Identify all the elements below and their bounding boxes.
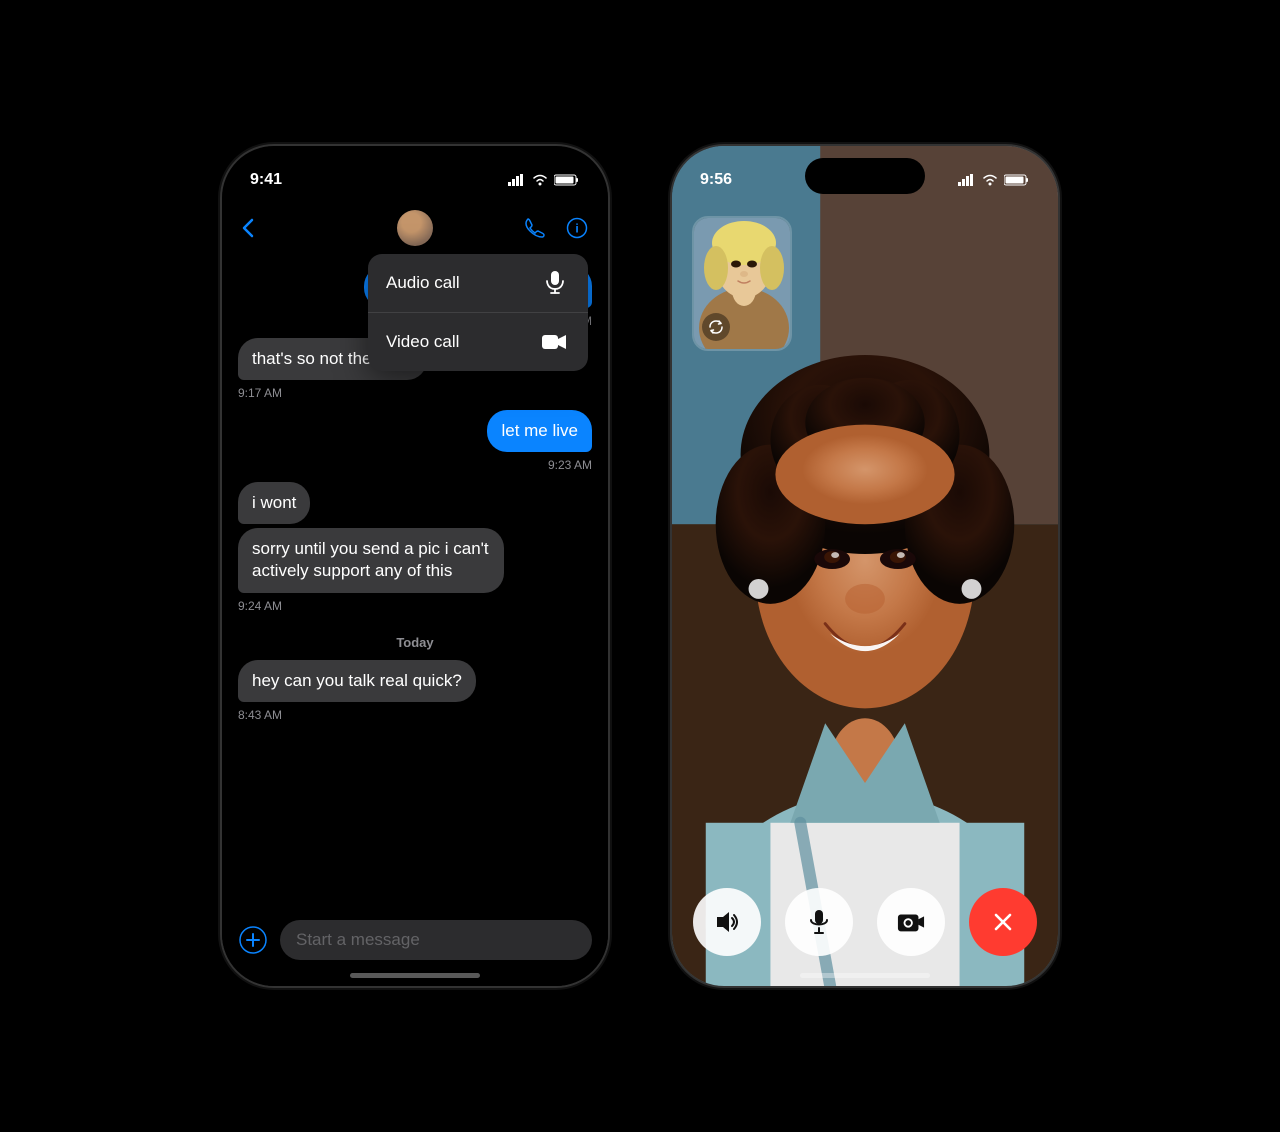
message-time: 9:17 AM <box>238 386 592 400</box>
end-call-button[interactable] <box>969 888 1037 956</box>
add-button[interactable] <box>238 925 268 955</box>
dynamic-island <box>355 158 475 194</box>
status-bar-right: 9:56 <box>672 146 1058 200</box>
speaker-button[interactable] <box>693 888 761 956</box>
message-text: i wont <box>252 493 296 512</box>
flip-camera-button[interactable] <box>702 313 730 341</box>
audio-call-item[interactable]: Audio call <box>368 254 588 313</box>
phone-icon[interactable] <box>524 217 546 239</box>
message-bubble-received: hey can you talk real quick? <box>238 660 476 702</box>
message-bubble-received: i wont <box>238 482 310 524</box>
video-camera-icon <box>540 327 570 357</box>
battery-icon-right <box>1004 174 1030 186</box>
microphone-icon <box>540 268 570 298</box>
status-time-right: 9:56 <box>700 171 732 189</box>
home-indicator <box>350 973 480 978</box>
message-row: sorry until you send a pic i can't activ… <box>238 528 592 592</box>
svg-text:i: i <box>575 222 578 236</box>
message-text: let me live <box>501 421 578 440</box>
messages-screen: 9:41 <box>222 146 608 986</box>
contact-avatar[interactable] <box>397 210 433 246</box>
info-icon[interactable]: i <box>566 217 588 239</box>
flip-camera-icon <box>708 319 724 335</box>
mute-icon <box>805 908 833 936</box>
day-divider: Today <box>238 635 592 650</box>
speaker-icon <box>713 908 741 936</box>
end-call-icon <box>989 908 1017 936</box>
facetime-screen: 9:56 <box>672 146 1058 986</box>
facetime-controls <box>672 888 1058 956</box>
message-row: hey can you talk real quick? <box>238 660 592 702</box>
status-icons-right <box>958 174 1030 186</box>
message-row: i wont <box>238 482 592 524</box>
right-phone: 9:56 <box>670 144 1060 988</box>
wifi-icon-right <box>982 174 998 186</box>
message-time: 9:23 AM <box>238 458 592 472</box>
self-view <box>692 216 792 351</box>
message-time: 8:43 AM <box>238 708 592 722</box>
message-bubble-sent: let me live <box>487 410 592 452</box>
message-bubble-received: sorry until you send a pic i can't activ… <box>238 528 504 592</box>
dropdown-menu[interactable]: Audio call Video call <box>368 254 588 371</box>
battery-icon <box>554 174 580 186</box>
status-icons-left <box>508 174 580 186</box>
wifi-icon <box>532 174 548 186</box>
signal-icon-right <box>958 174 976 186</box>
audio-call-label: Audio call <box>386 273 460 293</box>
message-input[interactable]: Start a message <box>280 920 592 960</box>
left-phone: 9:41 <box>220 144 610 988</box>
camera-button[interactable] <box>877 888 945 956</box>
video-call-item[interactable]: Video call <box>368 313 588 371</box>
signal-icon <box>508 174 526 186</box>
back-chevron-icon <box>242 218 254 238</box>
back-button[interactable] <box>242 218 254 238</box>
plus-icon <box>239 926 267 954</box>
mute-button[interactable] <box>785 888 853 956</box>
message-text: sorry until you send a pic i can't activ… <box>252 539 489 580</box>
camera-icon <box>897 908 925 936</box>
message-time: 9:24 AM <box>238 599 592 613</box>
input-placeholder: Start a message <box>296 930 420 950</box>
status-time-left: 9:41 <box>250 171 282 189</box>
video-call-label: Video call <box>386 332 459 352</box>
nav-actions: i <box>524 217 588 239</box>
message-text: hey can you talk real quick? <box>252 671 462 690</box>
home-indicator-right <box>800 973 930 978</box>
message-row: let me live <box>238 410 592 452</box>
nav-bar: i <box>222 200 608 256</box>
